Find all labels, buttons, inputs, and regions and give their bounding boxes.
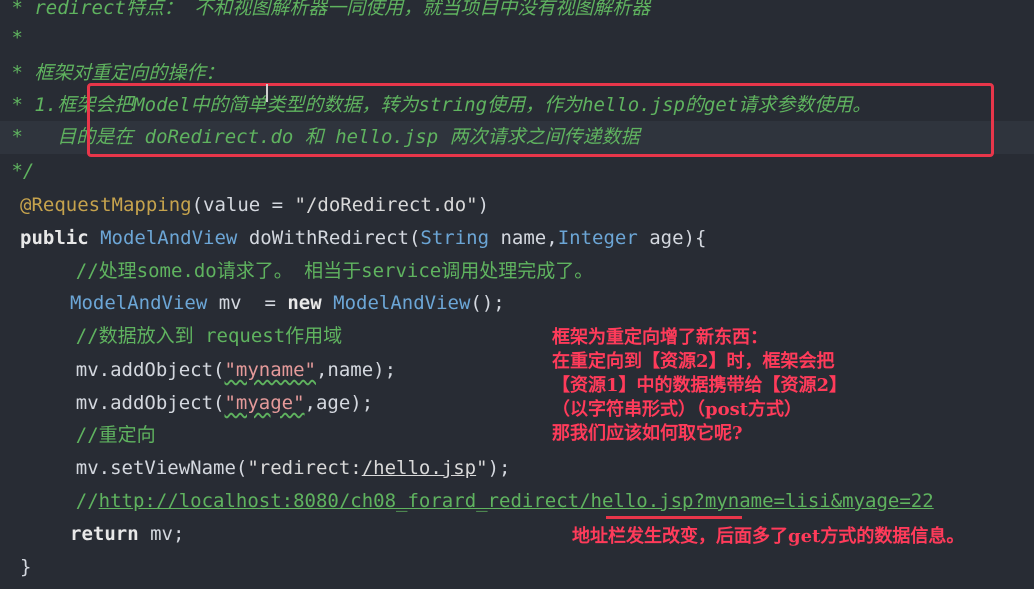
code-line-12: mv.addObject("myname",name); xyxy=(30,359,397,381)
code-line-6: */ xyxy=(0,160,35,182)
code-line-14: //重定向 xyxy=(30,424,156,446)
code-line-18: } xyxy=(20,556,32,578)
url-link[interactable]: http://localhost:8080/ch08_forard_redire… xyxy=(99,490,934,512)
hello-jsp-underline xyxy=(606,516,742,519)
text-cursor-icon xyxy=(266,84,268,102)
highlight-box xyxy=(87,83,994,157)
code-line-7: @RequestMapping(value = "/doRedirect.do"… xyxy=(20,194,490,216)
code-line-9: //处理some.do请求了。 相当于service调用处理完成了。 xyxy=(30,260,594,282)
code-line-17: return mv; xyxy=(70,523,185,545)
code-line-13: mv.addObject("myage",age); xyxy=(30,392,374,414)
code-line-10: ModelAndView mv = new ModelAndView(); xyxy=(70,292,505,314)
code-line-11: //数据放入到 request作用域 xyxy=(30,325,343,347)
code-line-16: //http://localhost:8080/ch08_forard_redi… xyxy=(30,490,934,512)
code-line-2: * xyxy=(0,27,23,49)
code-line-8: public ModelAndView doWithRedirect(Strin… xyxy=(20,227,707,249)
address-bar-note: 地址栏发生改变，后面多了get方式的数据信息。 xyxy=(572,526,965,547)
code-line-15: mv.setViewName("redirect:/hello.jsp"); xyxy=(30,457,511,479)
redirect-note: 框架为重定向增了新东西： 在重定向到【资源2】时，框架会把 【资源1】中的数据携… xyxy=(552,327,848,444)
code-line-1: * redirect特点： 不和视图解析器一同使用，就当项目中没有视图解析器 xyxy=(0,0,651,19)
